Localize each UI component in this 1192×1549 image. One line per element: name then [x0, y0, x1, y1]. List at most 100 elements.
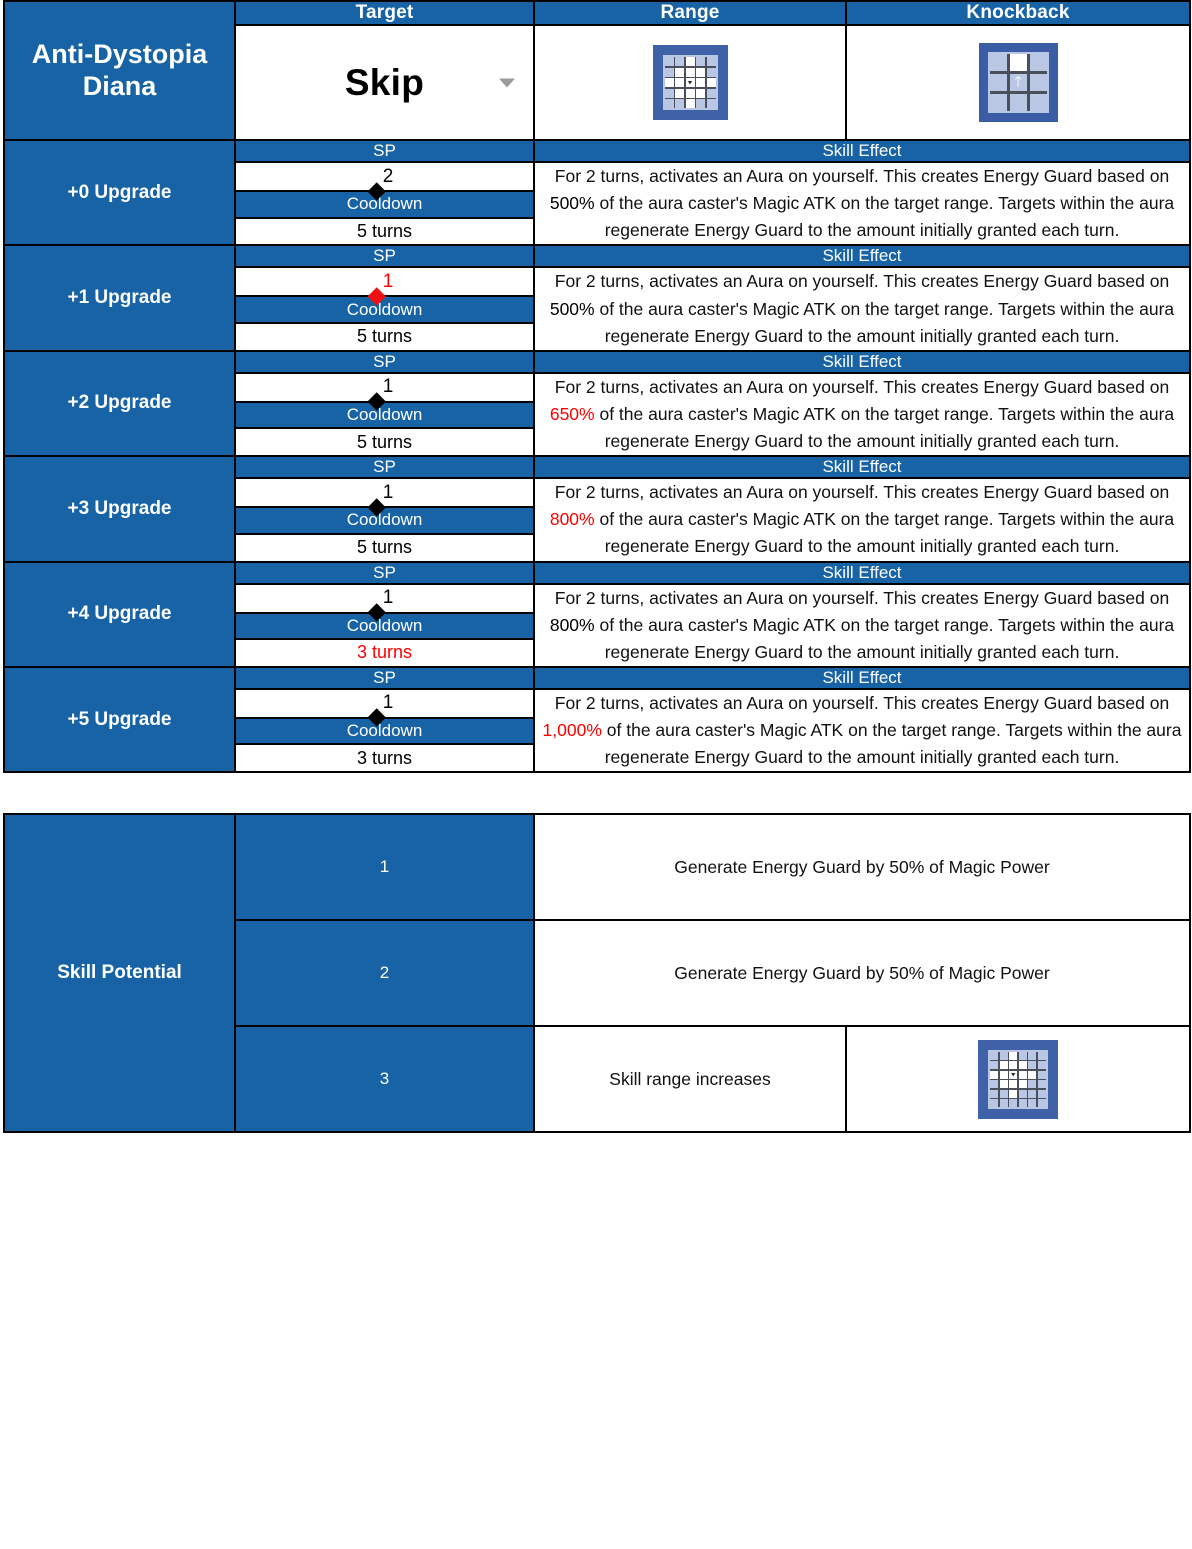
- effect-value-5: 1,000%: [542, 720, 602, 740]
- sp-header-4: SP: [234, 560, 535, 585]
- range-grid-large: [988, 1049, 1048, 1109]
- sp-header-1: SP: [234, 244, 535, 269]
- sp-value-3: 1: [234, 477, 535, 517]
- cooldown-header-1: Cooldown: [234, 295, 535, 324]
- column-header-range: Range: [533, 0, 847, 26]
- range-grid-icon: [652, 45, 728, 120]
- upgrade-row-1-sp-header: +1 Upgrade SP Skill Effect: [3, 244, 1191, 352]
- knockback-icon-wrap: [847, 26, 1189, 139]
- potential-row-1: Skill Potential 1 Generate Energy Guard …: [3, 813, 1192, 1134]
- effect-post-4: of the aura caster's Magic ATK on the ta…: [594, 614, 1175, 662]
- potential-number-3: 3: [234, 1025, 535, 1134]
- potential-icon-wrap: [847, 1027, 1189, 1131]
- skill-effect-4: For 2 turns, activates an Aura on yourse…: [533, 582, 1191, 668]
- potential-number-2: 2: [234, 919, 535, 1028]
- sp-value-2: 1: [234, 371, 535, 411]
- range-grid: [662, 55, 718, 110]
- skill-effect-header-0: Skill Effect: [533, 139, 1191, 163]
- effect-pre-5: For 2 turns, activates an Aura on yourse…: [554, 692, 1170, 713]
- sp-number-5: 1: [382, 692, 394, 714]
- target-value: Skip: [344, 61, 425, 103]
- skill-effect-5: For 2 turns, activates an Aura on yourse…: [533, 687, 1191, 774]
- potential-text-1: Generate Energy Guard by 50% of Magic Po…: [532, 813, 1192, 922]
- cooldown-value-2: 5 turns: [234, 427, 535, 458]
- upgrade-label-0: +0 Upgrade: [3, 138, 236, 247]
- cooldown-value-3: 5 turns: [234, 532, 535, 563]
- upgrade-label-3: +3 Upgrade: [3, 455, 236, 563]
- cooldown-value-5: 3 turns: [234, 743, 535, 774]
- skill-potential-label: Skill Potential: [3, 813, 236, 1134]
- upgrade-row-3-sp-header: +3 Upgrade SP Skill Effect: [3, 455, 1191, 563]
- cooldown-value-4: 3 turns: [234, 638, 535, 668]
- sp-value-5: 1: [234, 687, 535, 728]
- effect-value-2: 650%: [549, 403, 595, 424]
- cooldown-header-0: Cooldown: [234, 190, 535, 219]
- upgrade-row-2-sp-header: +2 Upgrade SP Skill Effect: [3, 349, 1191, 458]
- potential-number-1: 1: [234, 813, 535, 922]
- sp-value-1: 1: [234, 266, 535, 306]
- sp-number-4: 1: [382, 587, 394, 608]
- skill-sheet: Anti-Dystopia Diana Target Range Knockba…: [0, 0, 1192, 1549]
- effect-post-0: of the aura caster's Magic ATK on the ta…: [594, 193, 1175, 241]
- range-cell: [533, 24, 847, 141]
- potential-text-3: Skill range increases: [533, 1025, 847, 1134]
- skill-effect-header-2: Skill Effect: [533, 349, 1191, 374]
- cooldown-value-0: 5 turns: [234, 216, 535, 247]
- effect-post-3: of the aura caster's Magic ATK on the ta…: [594, 509, 1175, 557]
- cooldown-header-5: Cooldown: [234, 716, 535, 746]
- sp-number-2: 1: [382, 376, 394, 398]
- skill-effect-header-3: Skill Effect: [533, 455, 1191, 480]
- sp-value-0: 2: [234, 161, 535, 201]
- knockback-cell: [845, 24, 1191, 141]
- sp-number-0: 2: [382, 165, 394, 187]
- cooldown-header-4: Cooldown: [234, 611, 535, 641]
- skill-effect-0: For 2 turns, activates an Aura on yourse…: [533, 160, 1191, 247]
- sp-number-3: 1: [382, 481, 394, 503]
- upgrade-label-4: +4 Upgrade: [3, 560, 236, 668]
- skill-effect-1: For 2 turns, activates an Aura on yourse…: [533, 266, 1191, 352]
- range-grid-large-icon: [978, 1039, 1058, 1119]
- knockback-grid-icon: [978, 43, 1058, 122]
- effect-post-2: of the aura caster's Magic ATK on the ta…: [594, 403, 1175, 451]
- chevron-down-icon[interactable]: [499, 78, 515, 87]
- effect-value-4: 800%: [549, 614, 595, 635]
- skill-potential-table: Skill Potential 1 Generate Energy Guard …: [3, 813, 1192, 1134]
- sp-value-4: 1: [234, 582, 535, 622]
- upgrade-label-2: +2 Upgrade: [3, 349, 236, 458]
- sp-header-2: SP: [234, 349, 535, 374]
- upgrade-label-5: +5 Upgrade: [3, 665, 236, 774]
- skill-effect-header-1: Skill Effect: [533, 244, 1191, 269]
- column-header-target: Target: [234, 0, 535, 26]
- sp-header-0: SP: [234, 139, 535, 163]
- effect-pre-0: For 2 turns, activates an Aura on yourse…: [554, 166, 1170, 186]
- knockback-grid: [987, 52, 1049, 113]
- skill-table: Anti-Dystopia Diana Target Range Knockba…: [3, 0, 1191, 774]
- effect-post-1: of the aura caster's Magic ATK on the ta…: [594, 298, 1175, 346]
- effect-value-0: 500%: [549, 193, 595, 214]
- skill-effect-2: For 2 turns, activates an Aura on yourse…: [533, 371, 1191, 458]
- character-name-line1: Anti-Dystopia: [31, 39, 208, 70]
- target-select[interactable]: Skip: [234, 24, 535, 141]
- effect-pre-4: For 2 turns, activates an Aura on yourse…: [554, 587, 1170, 608]
- sp-number-1: 1: [382, 270, 394, 292]
- skill-effect-header-4: Skill Effect: [533, 560, 1191, 585]
- sp-header-3: SP: [234, 455, 535, 480]
- effect-pre-2: For 2 turns, activates an Aura on yourse…: [554, 376, 1170, 397]
- character-name-cell: Anti-Dystopia Diana: [3, 0, 236, 141]
- effect-post-5: of the aura caster's Magic ATK on the ta…: [601, 720, 1182, 768]
- skill-effect-header-5: Skill Effect: [533, 665, 1191, 690]
- upgrade-row-0-sp-header: +0 Upgrade SP Skill Effect: [3, 138, 1191, 247]
- upgrade-row-5-sp-header: +5 Upgrade SP Skill Effect: [3, 665, 1191, 774]
- cooldown-value-1: 5 turns: [234, 321, 535, 352]
- column-header-knockback: Knockback: [845, 0, 1191, 26]
- effect-value-1: 500%: [549, 298, 595, 319]
- potential-text-2: Generate Energy Guard by 50% of Magic Po…: [532, 919, 1192, 1028]
- skill-effect-3: For 2 turns, activates an Aura on yourse…: [533, 477, 1191, 563]
- potential-icon-cell-3: [845, 1025, 1192, 1134]
- cooldown-header-2: Cooldown: [234, 400, 535, 430]
- sp-header-5: SP: [234, 665, 535, 690]
- range-icon-wrap: [535, 26, 845, 139]
- effect-pre-1: For 2 turns, activates an Aura on yourse…: [554, 271, 1170, 292]
- table-header-row: Anti-Dystopia Diana Target Range Knockba…: [3, 0, 1191, 141]
